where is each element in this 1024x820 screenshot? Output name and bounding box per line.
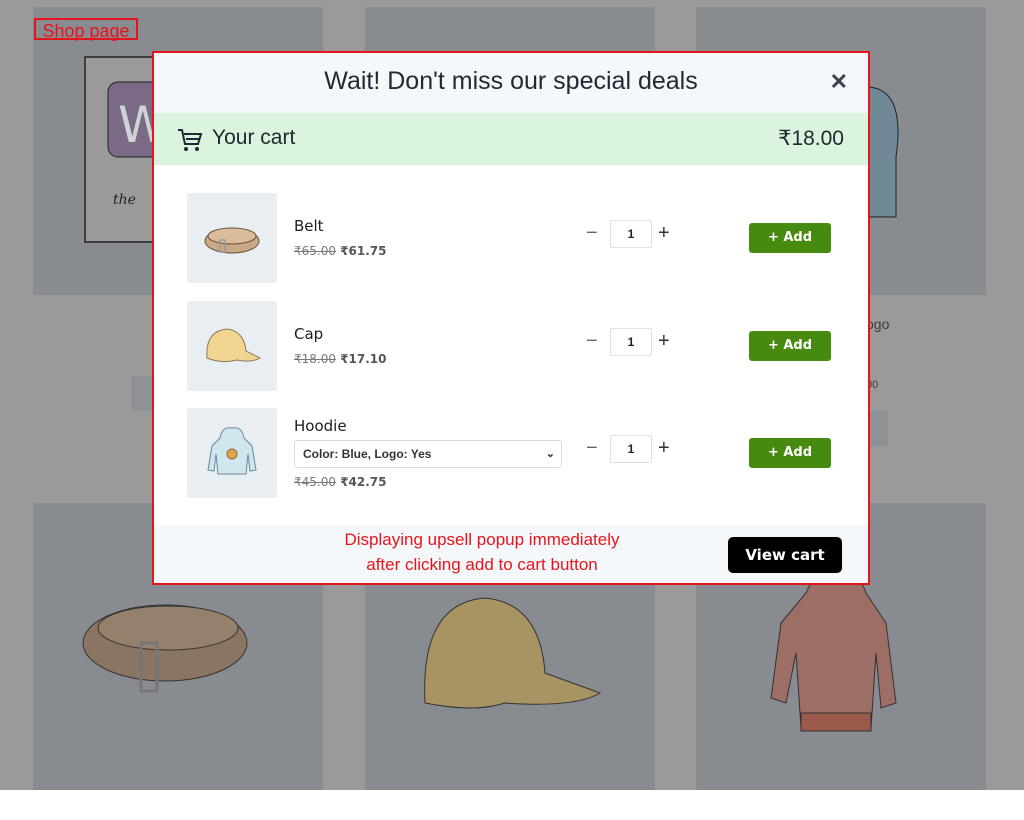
quantity-stepper: − 1 + [584, 435, 674, 463]
shop-page-annotation: Shop page [34, 18, 138, 41]
quantity-input[interactable]: 1 [610, 435, 652, 463]
sale-price: ₹17.10 [340, 351, 387, 366]
cart-icon [178, 129, 203, 151]
list-item: Hoodie Color: Blue, Logo: Yes ⌄ ₹45.00 ₹… [154, 408, 868, 516]
item-name: Cap [294, 324, 324, 343]
sale-price: ₹61.75 [340, 244, 387, 258]
view-cart-button[interactable]: View cart [728, 537, 842, 573]
annotation-note: Displaying upsell popup immediately afte… [304, 527, 660, 577]
hoodie-image [187, 408, 277, 498]
popup-title: Wait! Don't miss our special deals [324, 67, 698, 95]
close-icon[interactable]: ✕ [830, 69, 848, 95]
svg-text:the: the [113, 192, 136, 208]
upsell-popup: Wait! Don't miss our special deals ✕ You… [152, 51, 870, 585]
quantity-input[interactable]: 1 [610, 327, 652, 356]
item-price: ₹45.00 ₹42.75 [294, 475, 387, 489]
item-name: Hoodie [294, 417, 347, 435]
increase-quantity-button[interactable]: + [658, 222, 670, 245]
chevron-down-icon: ⌄ [545, 448, 555, 460]
item-price: ₹18.00 ₹17.10 [294, 352, 387, 366]
increase-quantity-button[interactable]: + [658, 330, 670, 353]
quantity-input[interactable]: 1 [610, 220, 652, 248]
variant-selected-value: Color: Blue, Logo: Yes [303, 447, 432, 461]
add-cap-button[interactable]: + Add [749, 330, 831, 361]
item-price: ₹65.00 ₹61.75 [294, 244, 387, 258]
cap-image [187, 300, 277, 391]
item-name: Belt [294, 217, 324, 235]
quantity-stepper: − 1 + [584, 327, 674, 356]
upsell-items-list: Belt ₹65.00 ₹61.75 − 1 + + Add Cap ₹18.0… [154, 165, 868, 516]
sale-price: ₹42.75 [340, 475, 387, 489]
cart-total: ₹18.00 [778, 127, 844, 150]
annotation-line-2: after clicking add to cart button [366, 555, 598, 574]
add-belt-button[interactable]: + Add [749, 223, 831, 253]
decrease-quantity-button[interactable]: − [586, 437, 598, 460]
regular-price: ₹65.00 [294, 244, 336, 258]
popup-footer: Displaying upsell popup immediately afte… [154, 525, 868, 583]
increase-quantity-button[interactable]: + [658, 437, 670, 460]
annotation-line-1: Displaying upsell popup immediately [344, 530, 620, 549]
decrease-quantity-button[interactable]: − [586, 330, 598, 353]
decrease-quantity-button[interactable]: − [586, 222, 598, 245]
list-item: Cap ₹18.00 ₹17.10 − 1 + + Add [154, 300, 868, 409]
regular-price: ₹18.00 [294, 351, 336, 366]
quantity-stepper: − 1 + [584, 220, 674, 248]
popup-header: Wait! Don't miss our special deals ✕ [154, 53, 868, 113]
belt-image [187, 193, 277, 283]
cart-label: Your cart [212, 126, 296, 149]
variant-select[interactable]: Color: Blue, Logo: Yes ⌄ [294, 440, 562, 468]
cart-summary-bar: Your cart ₹18.00 [154, 113, 868, 165]
regular-price: ₹45.00 [294, 475, 336, 489]
add-hoodie-button[interactable]: + Add [749, 438, 831, 468]
list-item: Belt ₹65.00 ₹61.75 − 1 + + Add [154, 193, 868, 301]
